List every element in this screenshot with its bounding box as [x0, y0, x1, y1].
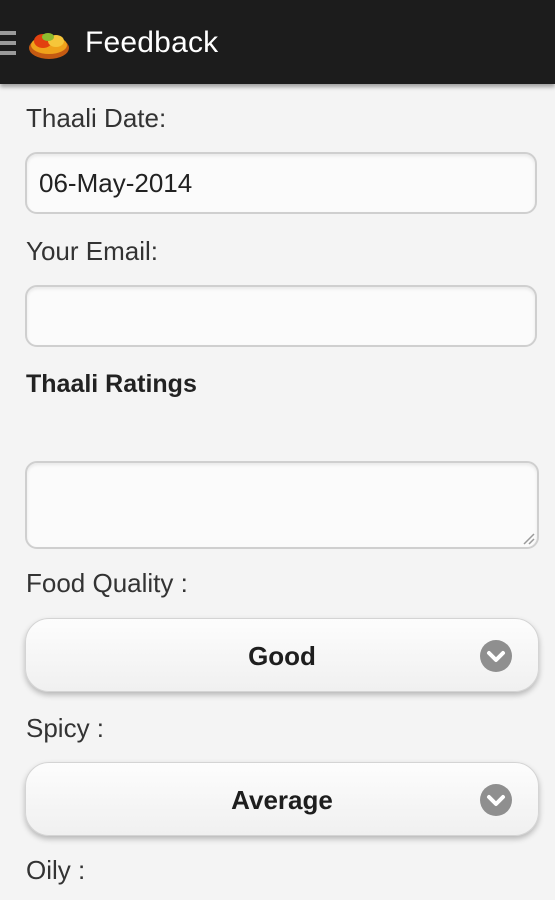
thaali-logo-icon[interactable]: [26, 24, 72, 62]
spicy-label: Spicy :: [26, 713, 105, 743]
oily-label: Oily :: [26, 855, 86, 885]
spicy-select[interactable]: Average: [25, 762, 539, 836]
thaali-date-label: Thaali Date:: [26, 103, 167, 133]
thaali-date-field[interactable]: 06-May-2014: [25, 152, 537, 214]
food-quality-label: Food Quality :: [26, 568, 188, 598]
chevron-down-icon: [480, 640, 512, 672]
chevron-down-icon: [480, 784, 512, 816]
thaali-ratings-heading: Thaali Ratings: [26, 370, 197, 398]
hamburger-icon[interactable]: [0, 31, 16, 55]
ratings-comment-textarea[interactable]: [25, 461, 539, 549]
resize-grip-icon[interactable]: [521, 531, 535, 545]
email-label: Your Email:: [26, 236, 158, 266]
email-field[interactable]: [25, 285, 537, 347]
spicy-selected-value: Average: [231, 785, 333, 815]
food-quality-selected-value: Good: [248, 641, 316, 671]
action-bar: Feedback: [0, 0, 555, 84]
feedback-form: Thaali Date: 06-May-2014 Your Email: Tha…: [0, 84, 555, 900]
food-quality-select[interactable]: Good: [25, 618, 539, 692]
page-title: Feedback: [85, 26, 219, 59]
